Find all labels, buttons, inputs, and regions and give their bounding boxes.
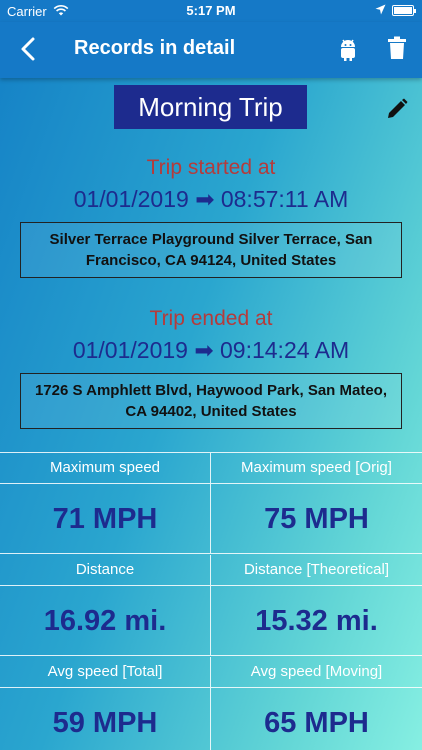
android-icon[interactable]	[338, 36, 358, 62]
stat-label: Avg speed [Moving]	[211, 657, 422, 688]
back-arrow-icon[interactable]	[18, 36, 40, 62]
location-arrow-icon	[375, 4, 386, 15]
stat-max-speed: Maximum speed 71 MPH	[0, 453, 211, 554]
trip-start-label: Trip started at	[146, 156, 276, 179]
trip-end-datetime: 01/01/2019 ➡ 09:14:24 AM	[72, 337, 350, 363]
stat-label: Maximum speed [Orig]	[211, 453, 422, 484]
stat-avg-speed-moving: Avg speed [Moving] 65 MPH	[211, 657, 422, 750]
stats-grid: Maximum speed 71 MPH Maximum speed [Orig…	[0, 452, 422, 750]
pencil-edit-icon[interactable]	[386, 98, 408, 120]
clock-time: 5:17 PM	[186, 3, 236, 18]
stat-value: 75 MPH	[211, 484, 422, 554]
trip-name-banner: Morning Trip	[114, 85, 307, 129]
trash-icon[interactable]	[387, 36, 407, 60]
stat-value: 59 MPH	[52, 707, 158, 739]
stat-value: 16.92 mi.	[0, 586, 210, 656]
stat-value: 65 MPH	[264, 707, 369, 739]
status-bar: Carrier 5:17 PM	[0, 0, 422, 22]
stat-avg-speed-total: Avg speed [Total] 59 MPH	[0, 657, 211, 750]
trip-start-address: Silver Terrace Playground Silver Terrace…	[20, 222, 402, 278]
stat-label: Maximum speed	[0, 453, 210, 484]
page-title: Records in detail	[74, 37, 236, 59]
stat-label: Avg speed [Total]	[0, 657, 210, 688]
stat-distance: Distance 16.92 mi.	[0, 555, 211, 656]
stat-label: Distance [Theoretical]	[211, 555, 422, 586]
stat-distance-theoretical: Distance [Theoretical] 15.32 mi.	[211, 555, 422, 656]
stat-label: Distance	[0, 555, 210, 586]
trip-end-address: 1726 S Amphlett Blvd, Haywood Park, San …	[20, 373, 402, 429]
trip-end-label: Trip ended at	[149, 307, 273, 330]
trip-start-datetime: 01/01/2019 ➡ 08:57:11 AM	[73, 186, 349, 212]
stat-max-speed-orig: Maximum speed [Orig] 75 MPH	[211, 453, 422, 554]
battery-icon	[392, 5, 416, 16]
stat-value: 15.32 mi.	[211, 586, 422, 656]
navigation-bar: Records in detail	[0, 22, 422, 78]
stat-value: 71 MPH	[0, 484, 210, 554]
